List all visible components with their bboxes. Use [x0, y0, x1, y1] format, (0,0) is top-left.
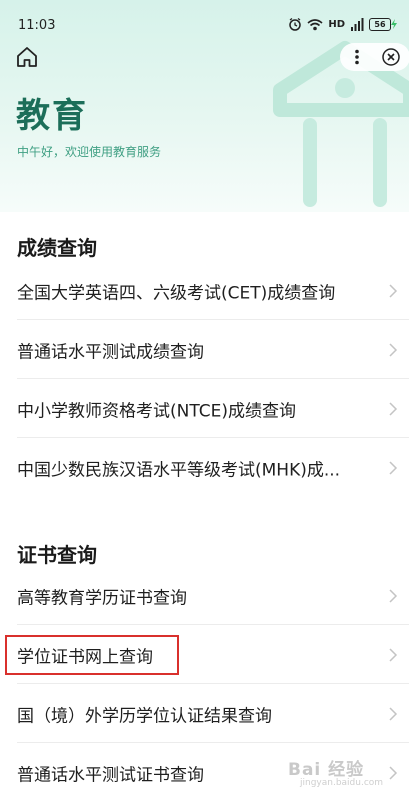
list-item[interactable]: 普通话水平测试成绩查询 [0, 321, 409, 379]
section-title-score-query: 成绩查询 [17, 236, 97, 260]
page-title: 教育 [16, 96, 88, 136]
signal-icon [351, 17, 364, 31]
status-bar: 11:03 HD 56 [0, 0, 409, 34]
list-item-label: 中小学教师资格考试(NTCE)成绩查询 [17, 401, 296, 422]
page-subtitle: 中午好，欢迎使用教育服务 [17, 145, 162, 159]
chevron-right-icon [389, 648, 398, 662]
chevron-right-icon [389, 461, 398, 475]
list-item-label: 学位证书网上查询 [17, 647, 153, 668]
chevron-right-icon [389, 707, 398, 721]
home-button[interactable] [14, 44, 40, 70]
list-item-label: 国（境）外学历学位认证结果查询 [17, 706, 272, 727]
battery-level: 56 [369, 17, 391, 31]
divider [17, 742, 409, 743]
list-item-label: 普通话水平测试成绩查询 [17, 342, 204, 363]
close-button[interactable] [374, 43, 408, 71]
chevron-right-icon [389, 589, 398, 603]
status-time: 11:03 [18, 18, 56, 33]
alarm-icon [289, 17, 302, 31]
watermark-subtext: jingyan.baidu.com [300, 778, 384, 788]
battery-icon: 56 [369, 17, 397, 31]
divider [17, 624, 409, 625]
list-item-label: 普通话水平测试证书查询 [17, 765, 204, 786]
divider [17, 319, 409, 320]
chevron-right-icon [389, 284, 398, 298]
divider [17, 437, 409, 438]
list-item-label: 中国少数民族汉语水平等级考试(MHK)成... [17, 460, 341, 481]
list-item[interactable]: 中国少数民族汉语水平等级考试(MHK)成... [0, 439, 409, 497]
home-icon [17, 47, 37, 67]
watermark: Bai 经验 jingyan.baidu.com [288, 755, 383, 788]
close-icon [382, 48, 400, 66]
mini-program-capsule [340, 43, 409, 71]
divider [17, 683, 409, 684]
divider [17, 378, 409, 379]
chevron-right-icon [389, 343, 398, 357]
charging-icon [391, 19, 397, 29]
network-type-label: HD [328, 18, 345, 30]
list-item[interactable]: 中小学教师资格考试(NTCE)成绩查询 [0, 380, 409, 438]
list-item[interactable]: 全国大学英语四、六级考试(CET)成绩查询 [0, 262, 409, 320]
status-icons: HD 56 [288, 15, 397, 33]
more-button[interactable] [340, 43, 374, 71]
list-item-label: 高等教育学历证书查询 [17, 588, 187, 609]
section-title-certificate-query: 证书查询 [17, 543, 97, 567]
wifi-icon [307, 18, 323, 30]
more-vertical-icon [355, 49, 359, 65]
watermark-text: Bai 经验 [288, 760, 365, 780]
chevron-right-icon [389, 766, 398, 780]
list-item-label: 全国大学英语四、六级考试(CET)成绩查询 [17, 283, 336, 304]
list-item[interactable]: 国（境）外学历学位认证结果查询 [0, 685, 409, 743]
list-item-degree-certificate[interactable]: 学位证书网上查询 [0, 626, 409, 684]
list-item[interactable]: 高等教育学历证书查询 [0, 567, 409, 625]
chevron-right-icon [389, 402, 398, 416]
